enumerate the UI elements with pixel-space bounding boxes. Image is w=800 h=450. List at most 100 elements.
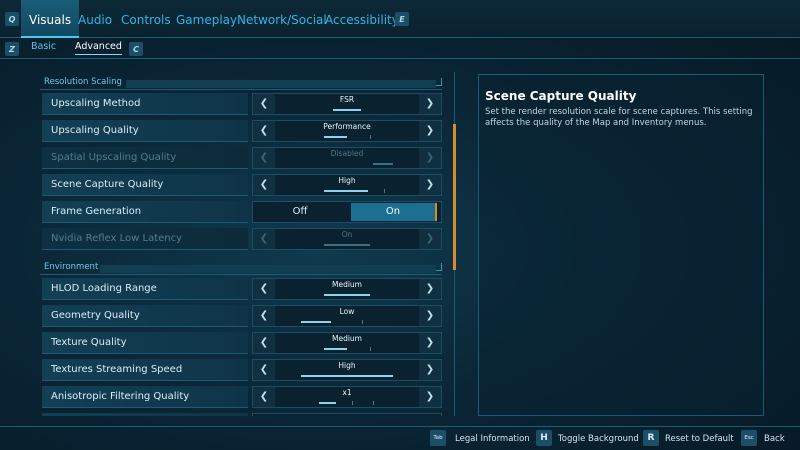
setting-hlod-loading-range[interactable]: HLOD Loading Range ❮ Medium ❯ [40, 278, 442, 300]
setting-label: Anisotropic Filtering Quality [42, 386, 248, 408]
frame-generation-toggle[interactable]: Off On [252, 201, 442, 223]
setting-anisotropic-filtering[interactable]: Anisotropic Filtering Quality ❮ x1 ❯ [40, 386, 442, 408]
setting-label: Nvidia Reflex Low Latency [42, 228, 248, 250]
setting-label: Upscaling Quality [42, 120, 248, 142]
setting-frame-generation[interactable]: Frame Generation Off On [40, 201, 442, 223]
level-tick [351, 401, 353, 405]
chevron-right-icon[interactable]: ❯ [419, 279, 441, 299]
e-key-icon[interactable]: E [395, 12, 409, 26]
setting-value: Low [339, 307, 355, 316]
setting-label: Spatial Upscaling Quality [42, 147, 248, 169]
value-selector[interactable]: ❮ x1 ❯ [252, 386, 442, 408]
chevron-left-icon[interactable]: ❮ [253, 360, 275, 380]
chevron-left-icon[interactable]: ❮ [253, 121, 275, 141]
level-track [301, 294, 393, 296]
level-fill [301, 375, 393, 377]
setting-spatial-upscaling-quality: Spatial Upscaling Quality ❮ Disabled ❯ [40, 147, 442, 169]
chevron-right-icon[interactable]: ❯ [419, 94, 441, 114]
level-track [301, 189, 393, 193]
value-selector: ❮ Disabled ❯ [252, 147, 442, 169]
value-selector[interactable]: ❮ High ❯ [252, 359, 442, 381]
setting-value: On [341, 230, 353, 239]
value-selector[interactable]: ❮ Low ❯ [252, 305, 442, 327]
setting-next-partial [40, 413, 442, 416]
level-fill [333, 109, 361, 111]
value-selector: ❮ On ❯ [252, 228, 442, 250]
level-fill [319, 402, 336, 404]
setting-value: FSR [339, 95, 355, 104]
chevron-right-icon[interactable]: ❯ [419, 360, 441, 380]
value-selector[interactable]: ❮ Medium ❯ [252, 332, 442, 354]
setting-value: High [338, 361, 356, 370]
c-key-icon[interactable]: C [129, 42, 143, 56]
value-selector[interactable]: ❮ FSR ❯ [252, 93, 442, 115]
level-fill [324, 136, 347, 138]
level-fill [301, 321, 332, 323]
chevron-right-icon[interactable]: ❯ [419, 333, 441, 353]
tab-key-icon[interactable]: Tab [430, 430, 446, 446]
subtab-basic[interactable]: Basic [31, 41, 56, 52]
settings-scrollbar[interactable] [451, 72, 458, 416]
level-track [301, 135, 393, 139]
value-selector[interactable]: ❮ High ❯ [252, 174, 442, 196]
chevron-left-icon[interactable]: ❮ [253, 175, 275, 195]
scroll-thumb[interactable] [453, 124, 456, 270]
setting-value: High [338, 176, 356, 185]
section-header-environment: Environment [40, 261, 442, 275]
level-fill [324, 348, 347, 350]
description-panel: Scene Capture Quality Set the render res… [478, 74, 764, 416]
setting-texture-quality[interactable]: Texture Quality ❮ Medium ❯ [40, 332, 442, 354]
setting-value: Medium [332, 334, 362, 343]
chevron-right-icon[interactable]: ❯ [419, 306, 441, 326]
z-key-icon[interactable]: Z [5, 42, 19, 56]
sub-tab-bar: Z Basic Advanced C [0, 39, 800, 59]
level-track [301, 109, 393, 111]
setting-scene-capture-quality[interactable]: Scene Capture Quality ❮ High ❯ [40, 174, 442, 196]
level-track [301, 375, 393, 377]
setting-upscaling-quality[interactable]: Upscaling Quality ❮ Performance ❯ [40, 120, 442, 142]
chevron-right-icon[interactable]: ❯ [419, 121, 441, 141]
settings-list: Resolution Scaling Upscaling Method ❮ FS… [40, 72, 442, 416]
chevron-left-icon[interactable]: ❮ [253, 306, 275, 326]
reset-to-default-button[interactable]: Reset to Default [665, 432, 734, 446]
level-track [301, 163, 393, 165]
toggle-off-option[interactable]: Off [257, 203, 343, 221]
setting-geometry-quality[interactable]: Geometry Quality ❮ Low ❯ [40, 305, 442, 327]
q-key-icon[interactable]: Q [5, 12, 19, 26]
subtab-advanced[interactable]: Advanced [75, 41, 122, 55]
level-track [301, 401, 393, 405]
r-key-icon[interactable]: R [643, 430, 659, 446]
toggle-background-button[interactable]: Toggle Background [558, 432, 639, 446]
chevron-left-icon[interactable]: ❮ [253, 279, 275, 299]
setting-label: Scene Capture Quality [42, 174, 248, 196]
setting-label: Frame Generation [42, 201, 248, 223]
setting-value: Performance [323, 122, 371, 131]
chevron-right-icon[interactable]: ❯ [419, 387, 441, 407]
setting-label: Upscaling Method [42, 93, 248, 115]
back-button[interactable]: Back [764, 432, 785, 446]
level-fill [324, 244, 370, 246]
chevron-right-icon[interactable]: ❯ [419, 175, 441, 195]
level-tick [372, 401, 374, 405]
level-tick [361, 320, 363, 324]
chevron-right-icon: ❯ [419, 148, 441, 168]
chevron-left-icon[interactable]: ❮ [253, 387, 275, 407]
setting-value: x1 [342, 388, 352, 397]
legal-information-button[interactable]: Legal Information [455, 432, 530, 446]
section-header-resolution: Resolution Scaling [40, 76, 442, 90]
section-title: Resolution Scaling [44, 77, 122, 87]
chevron-left-icon[interactable]: ❮ [253, 94, 275, 114]
chevron-left-icon[interactable]: ❮ [253, 333, 275, 353]
setting-textures-streaming-speed[interactable]: Textures Streaming Speed ❮ High ❯ [40, 359, 442, 381]
h-key-icon[interactable]: H [536, 430, 552, 446]
setting-value: Medium [332, 280, 362, 289]
level-tick [383, 189, 385, 193]
value-selector[interactable]: ❮ Medium ❯ [252, 278, 442, 300]
toggle-on-option[interactable]: On [351, 203, 437, 221]
setting-upscaling-method[interactable]: Upscaling Method ❮ FSR ❯ [40, 93, 442, 115]
level-fill [324, 190, 369, 192]
esc-key-icon[interactable]: Esc [741, 430, 757, 446]
tab-accessibility[interactable]: Accessibility [317, 0, 407, 38]
level-fill [324, 294, 370, 296]
value-selector[interactable]: ❮ Performance ❯ [252, 120, 442, 142]
